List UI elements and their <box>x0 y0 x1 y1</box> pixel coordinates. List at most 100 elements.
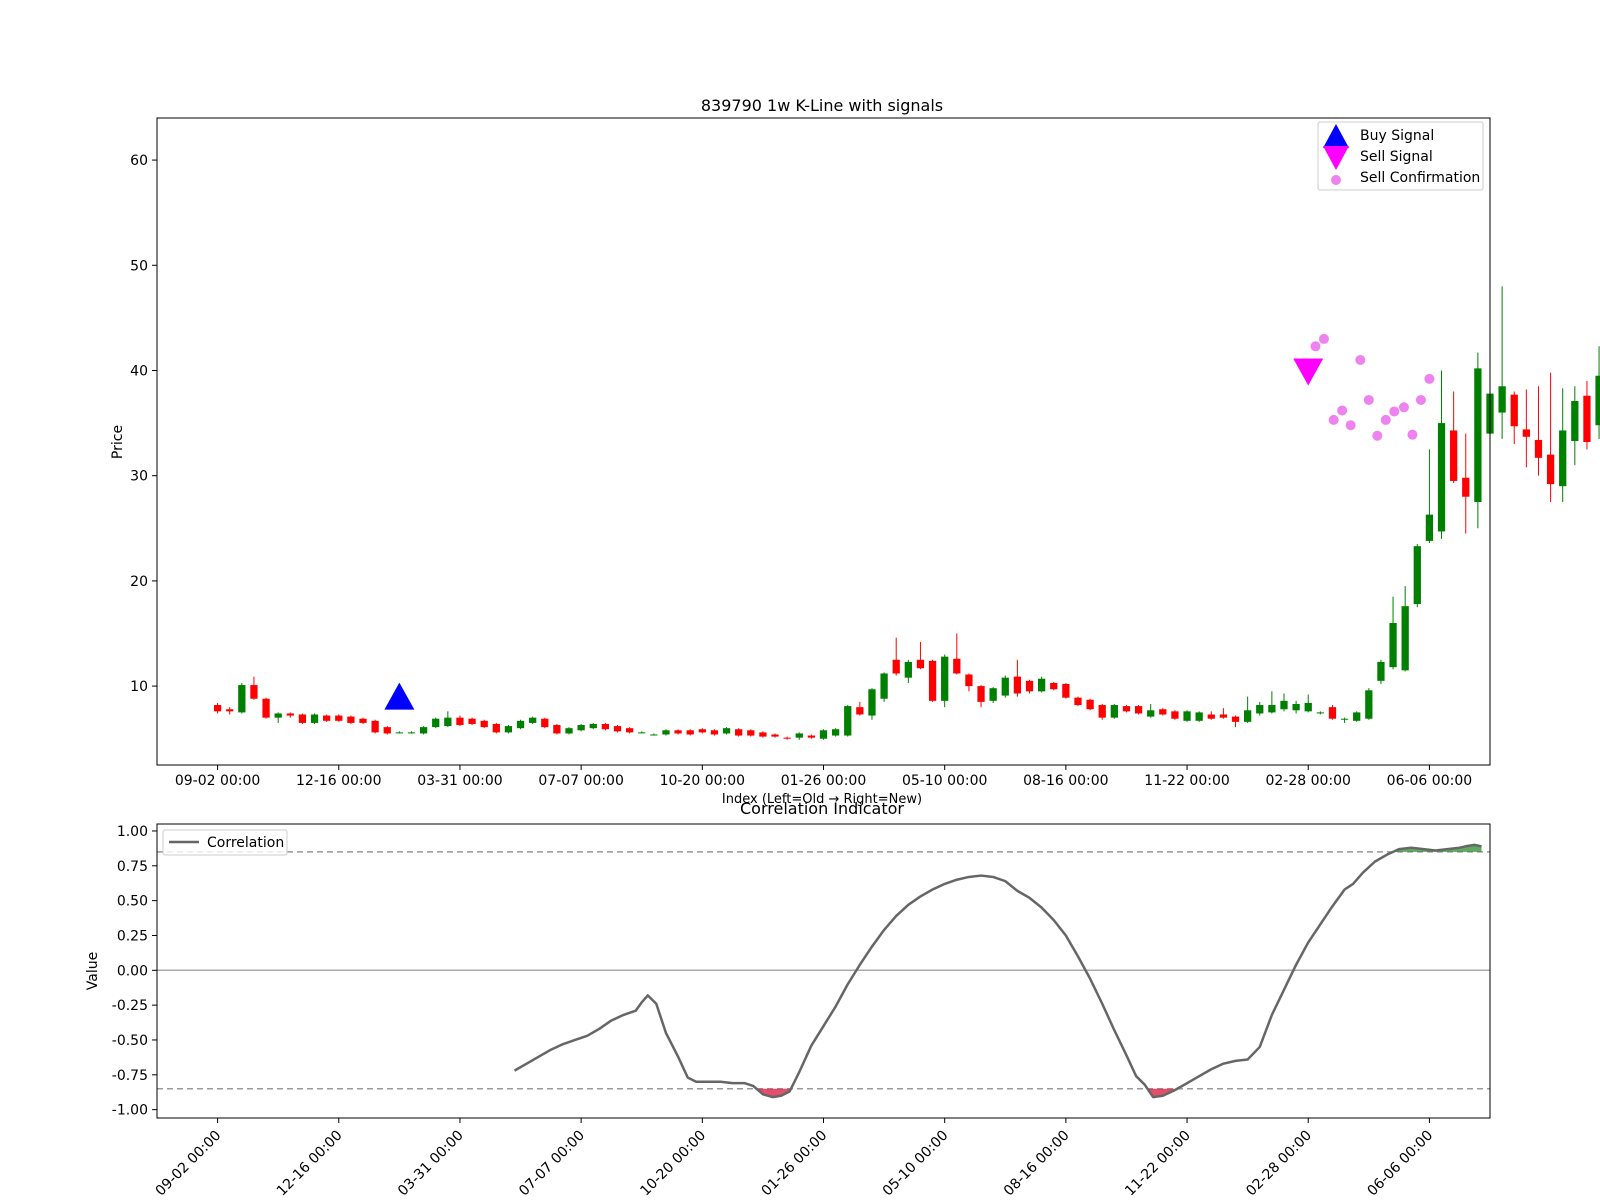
candle-body <box>226 709 234 712</box>
candle-body <box>722 728 731 734</box>
correlation-y-tick-label: 0.50 <box>117 894 148 910</box>
candle-body <box>795 733 803 738</box>
correlation-y-tick-label: -1.00 <box>112 1103 148 1119</box>
candle-body <box>1013 676 1022 694</box>
kline-x-tick-label: 10-20 00:00 <box>660 773 745 789</box>
sell-confirmation-marker <box>1398 402 1409 413</box>
candle-body <box>1171 711 1179 719</box>
kline-x-tick-label: 09-02 00:00 <box>175 773 260 789</box>
sell-confirmation-marker <box>1363 394 1374 405</box>
kline-y-tick-label: 10 <box>130 679 148 695</box>
correlation-y-tick-label: 0.00 <box>117 963 148 979</box>
correlation-x-ticks: 09-02 00:00 12-16 00:00 03-31 00:00 07-07 0… <box>153 1118 1436 1200</box>
candle-body <box>553 725 561 734</box>
correlation-y-tick-label: -0.25 <box>112 998 148 1014</box>
candle-body <box>1292 703 1300 711</box>
candle-body <box>953 658 961 674</box>
candle-body <box>625 728 634 733</box>
candle-body <box>868 689 876 716</box>
candle-body <box>1122 706 1131 712</box>
candle-body <box>662 730 670 735</box>
candle-body <box>262 698 270 718</box>
kline-x-tick-label: 12-16 00:00 <box>296 773 381 789</box>
kline-title: 839790 1w K-Line with signals <box>701 96 943 115</box>
candle-body <box>1413 546 1421 605</box>
candle-body <box>1110 705 1118 718</box>
candle-body <box>638 732 646 734</box>
candle-body <box>650 734 658 736</box>
candle-body <box>1025 680 1034 692</box>
candle-body <box>504 726 513 733</box>
kline-y-label: Price <box>110 425 126 459</box>
correlation-chart: Correlation Indicator 1.00 0.75 0.50 0.25 0.… <box>85 799 1491 1200</box>
legend-buy-signal-label: Buy Signal <box>1360 128 1434 144</box>
sell-confirmation-marker <box>1372 430 1383 441</box>
correlation-y-tick-label: 0.75 <box>117 859 148 875</box>
kline-x-tick-label: 01-26 00:00 <box>781 773 866 789</box>
candle-body <box>1207 714 1215 719</box>
sell-confirmation-marker <box>1345 420 1356 431</box>
sell-confirmation-marker <box>1328 414 1339 425</box>
kline-y-tick-label: 30 <box>130 469 148 485</box>
candle-body <box>1462 477 1470 497</box>
candle-body <box>1583 395 1591 443</box>
kline-y-tick-label: 40 <box>130 363 148 379</box>
candle-body <box>1365 690 1373 719</box>
candle-body <box>444 717 452 727</box>
candle-body <box>1559 430 1567 487</box>
candle-body <box>1304 702 1312 712</box>
candle-body <box>383 727 391 734</box>
candle-body <box>831 729 840 736</box>
candle-body <box>892 659 900 674</box>
kline-y-ticks: 10 20 30 40 50 60 <box>130 153 157 695</box>
candle-body <box>1328 707 1337 719</box>
candle-body <box>1316 712 1324 714</box>
candle-body <box>298 714 307 723</box>
correlation-legend: Correlation <box>162 829 288 856</box>
candle-body <box>492 723 500 733</box>
candle-body <box>1062 683 1070 698</box>
sell-confirmation-marker <box>1380 414 1391 425</box>
kline-x-tick-label: 07-07 00:00 <box>538 773 623 789</box>
candle-body <box>1219 714 1228 718</box>
candle-body <box>565 728 573 734</box>
sell-confirmation-marker <box>1318 333 1329 344</box>
candle-body <box>735 729 743 736</box>
sell-confirmation-marker <box>1389 406 1400 417</box>
candle-body <box>274 713 282 718</box>
candle-body <box>1546 454 1555 485</box>
kline-chart: 839790 1w K-Line with signals 10 20 30 40 50… <box>110 96 1600 807</box>
correlation-x-tick-label: 06-06 00:00 <box>1364 1128 1436 1200</box>
correlation-y-tick-label: 0.25 <box>117 928 148 944</box>
candle-body <box>1498 386 1506 413</box>
candle-body <box>516 720 525 729</box>
kline-x-tick-label: 11-22 00:00 <box>1144 773 1229 789</box>
correlation-x-tick-label: 10-20 00:00 <box>637 1128 709 1200</box>
candle-body <box>480 720 488 728</box>
candle-body <box>1522 429 1530 437</box>
candle-body <box>359 718 367 723</box>
correlation-title: Correlation Indicator <box>740 799 904 818</box>
candle-body <box>468 718 476 724</box>
kline-x-tick-label: 02-28 00:00 <box>1265 773 1350 789</box>
candle-body <box>1183 711 1191 721</box>
correlation-plot-area <box>157 843 1490 1099</box>
legend-sell-confirmation-marker <box>1331 175 1341 185</box>
correlation-x-tick-label: 09-02 00:00 <box>153 1128 225 1200</box>
candle-body <box>928 660 937 701</box>
candle-body <box>1437 423 1446 532</box>
candle-body <box>613 726 622 732</box>
candle-body <box>989 688 997 701</box>
candle-body <box>1195 712 1203 721</box>
correlation-x-tick-label: 12-16 00:00 <box>274 1128 346 1200</box>
correlation-y-tick-label: -0.50 <box>112 1033 148 1049</box>
correlation-x-tick-label: 07-07 00:00 <box>516 1128 588 1200</box>
candle-body <box>529 717 537 723</box>
candle-body <box>395 732 403 734</box>
kline-legend: Buy Signal Sell Signal Sell Confirmation <box>1317 121 1484 191</box>
correlation-x-tick-label: 05-10 00:00 <box>880 1128 952 1200</box>
figure: 839790 1w K-Line with signals 10 20 30 40 50… <box>85 96 1600 1200</box>
candle-body <box>759 732 767 737</box>
candle-body <box>1147 710 1155 717</box>
candle-body <box>238 685 246 713</box>
